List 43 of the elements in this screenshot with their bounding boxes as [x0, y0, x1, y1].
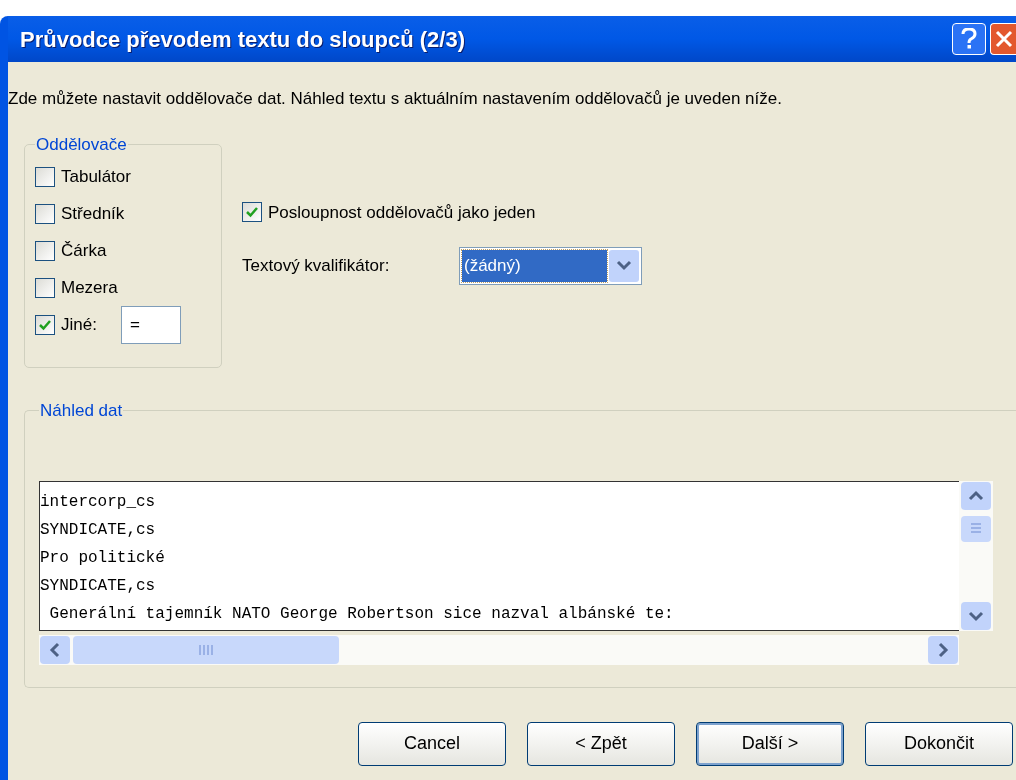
- checkbox[interactable]: [242, 202, 262, 223]
- help-button[interactable]: [952, 23, 986, 55]
- scroll-left-icon[interactable]: [39, 635, 71, 665]
- description-text: Zde můžete nastavit oddělovače dat. Náhled textu s aktuálním nastavením oddělovačů je uveden níže.: [8, 88, 783, 110]
- qualifier-label: Textový kvalifikátor:: [242, 255, 391, 278]
- preview-line: SYNDICATE,cs: [40, 576, 157, 597]
- dialog-button[interactable]: Další >: [696, 721, 844, 766]
- dialog-button[interactable]: Cancel: [358, 721, 506, 766]
- preview-line: intercorp_cs: [40, 492, 157, 513]
- checkmark-icon: [245, 205, 259, 220]
- vertical-scrollbar[interactable]: [959, 481, 993, 631]
- preview-line: Pro politické: [40, 548, 166, 569]
- checkmark-icon: [38, 318, 52, 332]
- horizontal-scrollbar[interactable]: [39, 635, 959, 665]
- checkbox[interactable]: [35, 241, 55, 261]
- dialog-button[interactable]: < Zpět: [527, 721, 675, 766]
- group-title: Náhled dat: [39, 399, 124, 422]
- other-delimiter-field[interactable]: =: [120, 306, 181, 344]
- scroll-up-icon[interactable]: [959, 481, 993, 511]
- close-icon: [994, 30, 1013, 48]
- group-title: Oddělovače: [35, 133, 128, 156]
- checkbox[interactable]: [35, 278, 55, 298]
- qualifier-dropdown[interactable]: (žádný): [459, 247, 642, 285]
- scroll-right-icon[interactable]: [927, 635, 959, 665]
- checkbox-label: Posloupnost oddělovačů jako jeden: [268, 201, 536, 224]
- scroll-thumb-icon[interactable]: [959, 515, 993, 543]
- preview-line: Generální tajemník NATO George Robertson sice nazval albánské te:: [48, 604, 675, 625]
- checkbox[interactable]: [35, 167, 55, 187]
- checkbox-label: Mezera: [61, 277, 118, 300]
- window-title: Průvodce převodem textu do sloupců (2/3): [20, 25, 465, 54]
- dialog-button[interactable]: Dokončit: [865, 721, 1013, 766]
- preview-line: SYNDICATE,cs: [40, 520, 157, 541]
- chevron-down-icon: [609, 250, 639, 282]
- checkbox-label: Jiné:: [61, 314, 97, 337]
- close-button[interactable]: [990, 23, 1016, 55]
- checkbox[interactable]: [35, 315, 55, 335]
- checkbox-label: Středník: [61, 203, 125, 226]
- checkbox-label: Čárka: [61, 240, 107, 263]
- help-icon: [961, 28, 977, 50]
- checkbox-label: Tabulátor: [61, 166, 131, 189]
- scroll-down-icon[interactable]: [959, 601, 993, 631]
- checkbox[interactable]: [35, 204, 55, 224]
- scroll-thumb-icon[interactable]: [71, 635, 341, 665]
